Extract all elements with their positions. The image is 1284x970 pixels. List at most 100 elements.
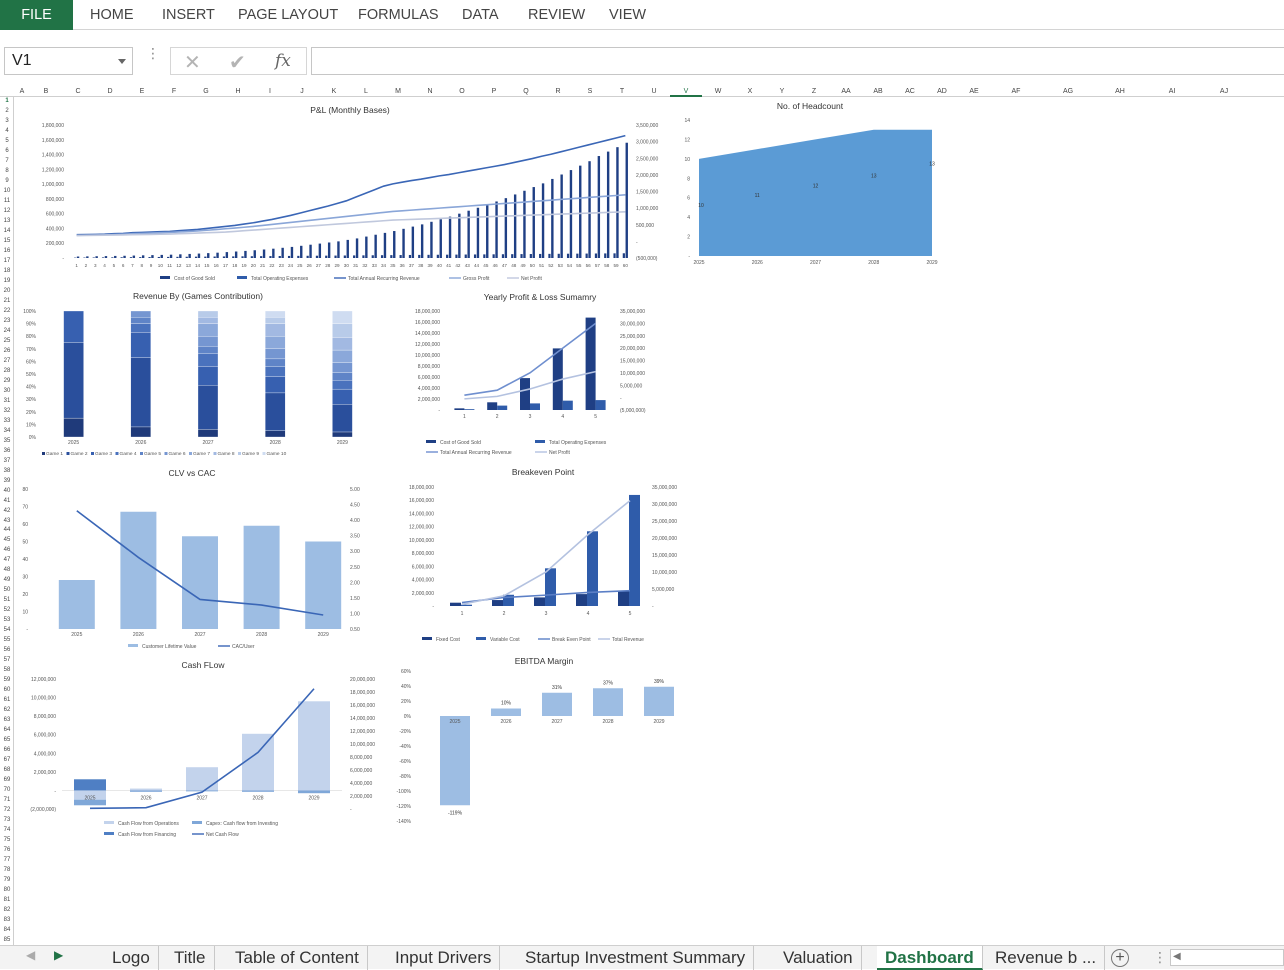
sheet-tab-revenue-b[interactable]: Revenue b ...	[987, 946, 1105, 970]
row-header[interactable]: 21	[0, 297, 14, 307]
row-header[interactable]: 28	[0, 367, 14, 377]
column-header-h[interactable]: H	[222, 86, 254, 97]
sheet-tab-logo[interactable]: Logo	[104, 946, 159, 970]
column-header-p[interactable]: P	[478, 86, 510, 97]
row-header[interactable]: 74	[0, 826, 14, 836]
row-header[interactable]: 55	[0, 636, 14, 646]
row-header[interactable]: 47	[0, 556, 14, 566]
tab-insert[interactable]: INSERT	[154, 0, 223, 30]
column-header-w[interactable]: W	[702, 86, 734, 97]
tab-home[interactable]: HOME	[82, 0, 142, 30]
column-header-ai[interactable]: AI	[1146, 86, 1198, 97]
row-header[interactable]: 38	[0, 467, 14, 477]
cancel-icon[interactable]: ✕	[184, 50, 201, 75]
column-header-v[interactable]: V	[670, 86, 702, 97]
row-header[interactable]: 33	[0, 417, 14, 427]
row-header[interactable]: 6	[0, 147, 14, 157]
column-header-af[interactable]: AF	[990, 86, 1042, 97]
column-header-e[interactable]: E	[126, 86, 158, 97]
sheet-tab-table-of-content[interactable]: Table of Content	[227, 946, 368, 970]
row-header[interactable]: 7	[0, 157, 14, 167]
column-header-k[interactable]: K	[318, 86, 350, 97]
column-header-u[interactable]: U	[638, 86, 670, 97]
column-header-g[interactable]: G	[190, 86, 222, 97]
row-header[interactable]: 51	[0, 596, 14, 606]
row-header[interactable]: 13	[0, 217, 14, 227]
yearly-pl-chart[interactable]: Yearly Profit & Loss Sumamry-2,000,0004,…	[390, 292, 682, 467]
column-header-ah[interactable]: AH	[1094, 86, 1146, 97]
row-header[interactable]: 19	[0, 277, 14, 287]
row-header[interactable]: 8	[0, 167, 14, 177]
row-header[interactable]: 72	[0, 806, 14, 816]
worksheet-grid[interactable]: P&L (Monthly Bases)-200,000400,000600,00…	[14, 97, 1284, 946]
column-header-ag[interactable]: AG	[1042, 86, 1094, 97]
column-header-s[interactable]: S	[574, 86, 606, 97]
tab-data[interactable]: DATA	[454, 0, 507, 30]
tab-view[interactable]: VIEW	[601, 0, 654, 30]
tab-page-layout[interactable]: PAGE LAYOUT	[230, 0, 346, 30]
row-header[interactable]: 37	[0, 457, 14, 467]
row-header[interactable]: 26	[0, 347, 14, 357]
row-header[interactable]: 45	[0, 536, 14, 546]
row-header[interactable]: 56	[0, 646, 14, 656]
row-header[interactable]: 75	[0, 836, 14, 846]
row-header[interactable]: 73	[0, 816, 14, 826]
row-header[interactable]: 46	[0, 546, 14, 556]
clv-cac-chart[interactable]: CLV vs CAC-10203040506070800.501.001.502…	[14, 467, 382, 657]
row-header[interactable]: 66	[0, 746, 14, 756]
sheet-tab-valuation[interactable]: Valuation	[775, 946, 862, 970]
row-header[interactable]: 22	[0, 307, 14, 317]
row-header[interactable]: 44	[0, 526, 14, 536]
row-header[interactable]: 15	[0, 237, 14, 247]
column-header-ab[interactable]: AB	[862, 86, 894, 97]
row-header[interactable]: 2	[0, 107, 14, 117]
sheet-tab-title[interactable]: Title	[166, 946, 215, 970]
row-header[interactable]: 54	[0, 626, 14, 636]
row-header[interactable]: 69	[0, 776, 14, 786]
column-header-c[interactable]: C	[62, 86, 94, 97]
horizontal-scrollbar[interactable]: ◀	[1170, 949, 1284, 966]
row-header[interactable]: 76	[0, 846, 14, 856]
cashflow-chart[interactable]: Cash FLow(2,000,000)-2,000,0004,000,0006…	[14, 659, 394, 844]
column-header-r[interactable]: R	[542, 86, 574, 97]
pnl-chart[interactable]: P&L (Monthly Bases)-200,000400,000600,00…	[32, 103, 656, 291]
row-header[interactable]: 64	[0, 726, 14, 736]
row-header[interactable]: 43	[0, 517, 14, 527]
row-header[interactable]: 62	[0, 706, 14, 716]
breakeven-chart[interactable]: Breakeven Point-2,000,0004,000,0006,000,…	[390, 467, 690, 652]
column-header-a[interactable]: A	[14, 86, 30, 97]
row-header[interactable]: 34	[0, 427, 14, 437]
row-header[interactable]: 39	[0, 477, 14, 487]
column-header-ac[interactable]: AC	[894, 86, 926, 97]
column-header-ae[interactable]: AE	[958, 86, 990, 97]
scroll-left-icon[interactable]: ◀	[1173, 951, 1181, 962]
headcount-chart[interactable]: No. of Headcount-24681012141011121313202…	[682, 98, 944, 270]
row-header[interactable]: 1	[0, 97, 14, 107]
row-header[interactable]: 70	[0, 786, 14, 796]
row-header[interactable]: 48	[0, 566, 14, 576]
row-header[interactable]: 23	[0, 317, 14, 327]
row-header[interactable]: 24	[0, 327, 14, 337]
column-header-aa[interactable]: AA	[830, 86, 862, 97]
column-header-n[interactable]: N	[414, 86, 446, 97]
row-header[interactable]: 49	[0, 576, 14, 586]
row-header[interactable]: 50	[0, 586, 14, 596]
column-header-x[interactable]: X	[734, 86, 766, 97]
row-header[interactable]: 20	[0, 287, 14, 297]
sheet-tab-dashboard[interactable]: Dashboard	[877, 946, 983, 970]
ebitda-chart[interactable]: EBITDA Margin-140%-120%-100%-80%-60%-40%…	[384, 652, 674, 822]
name-box[interactable]: V1	[4, 47, 133, 75]
row-header[interactable]: 68	[0, 766, 14, 776]
row-header[interactable]: 53	[0, 616, 14, 626]
file-tab[interactable]: FILE	[0, 0, 73, 30]
row-header[interactable]: 84	[0, 926, 14, 936]
row-header[interactable]: 42	[0, 507, 14, 517]
tab-formulas[interactable]: FORMULAS	[350, 0, 447, 30]
column-header-y[interactable]: Y	[766, 86, 798, 97]
row-header[interactable]: 78	[0, 866, 14, 876]
enter-icon[interactable]: ✔	[229, 50, 246, 75]
row-header[interactable]: 5	[0, 137, 14, 147]
row-header[interactable]: 81	[0, 896, 14, 906]
add-sheet-icon[interactable]: +	[1111, 949, 1129, 967]
row-header[interactable]: 57	[0, 656, 14, 666]
